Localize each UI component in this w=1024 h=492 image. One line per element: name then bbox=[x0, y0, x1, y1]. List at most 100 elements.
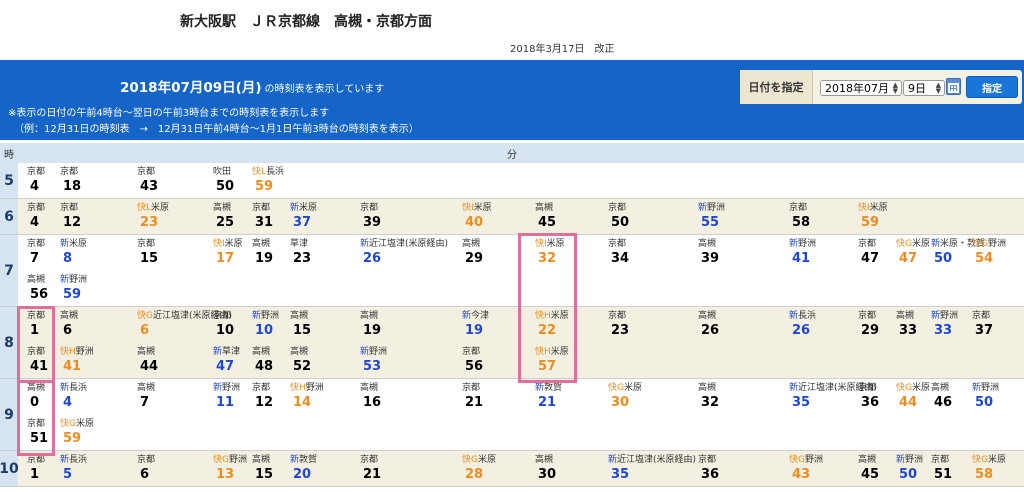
train-entry[interactable]: 高槻 19 bbox=[360, 310, 420, 339]
train-entry[interactable]: 新野洲 53 bbox=[360, 346, 420, 375]
train-destination-name: 米原 bbox=[477, 455, 496, 465]
train-entry[interactable]: 快G米原 59 bbox=[60, 418, 120, 447]
train-entry[interactable]: 快G近江塩津(米原経由) 6 bbox=[137, 310, 232, 339]
train-entry[interactable]: 新野洲 55 bbox=[698, 202, 758, 231]
train-entry[interactable]: 京都 36 bbox=[698, 454, 758, 483]
apply-date-button[interactable]: 指定 bbox=[966, 76, 1018, 98]
train-type-prefix: 快H bbox=[535, 311, 551, 321]
train-entry[interactable]: 高槻 32 bbox=[698, 382, 758, 411]
train-entry[interactable]: 高槻 6 bbox=[60, 310, 120, 339]
train-entry[interactable]: 草津 23 bbox=[290, 238, 350, 267]
train-type-prefix: 快G bbox=[896, 239, 912, 249]
train-destination: 京都 bbox=[608, 202, 668, 214]
train-entry[interactable]: 新長浜 4 bbox=[60, 382, 120, 411]
train-entry[interactable]: 高槻 30 bbox=[535, 454, 595, 483]
train-entry[interactable]: 新野洲 41 bbox=[789, 238, 849, 267]
train-entry[interactable]: 快H米原 22 bbox=[535, 310, 595, 339]
train-entry[interactable]: 新長浜 26 bbox=[789, 310, 849, 339]
train-entry[interactable]: 快I米原 32 bbox=[535, 238, 595, 267]
train-entry[interactable]: 京都 56 bbox=[462, 346, 522, 375]
train-entry[interactable]: 京都 34 bbox=[608, 238, 668, 267]
train-entry[interactable]: 新近江塩津(米原経由) 35 bbox=[608, 454, 696, 483]
hour-label: 9 bbox=[0, 379, 18, 451]
train-entry[interactable]: 京都 6 bbox=[137, 454, 197, 483]
train-entry[interactable]: 快G米原 28 bbox=[462, 454, 522, 483]
train-entry[interactable]: 新野洲 59 bbox=[60, 274, 120, 303]
train-entry[interactable]: 快G野洲 43 bbox=[789, 454, 849, 483]
train-destination-name: 米原 bbox=[911, 239, 930, 249]
departure-minute: 57 bbox=[538, 359, 557, 374]
train-entry[interactable]: 新長浜 5 bbox=[60, 454, 120, 483]
train-entry[interactable]: 京都 58 bbox=[789, 202, 849, 231]
train-destination-name: 京都 bbox=[858, 311, 877, 321]
train-destination-name: 高槻 bbox=[896, 311, 915, 321]
departure-minute: 15 bbox=[293, 323, 312, 338]
train-entry[interactable]: 高槻 29 bbox=[462, 238, 522, 267]
train-entry[interactable]: 京都 50 bbox=[608, 202, 668, 231]
train-destination-name: 京都 bbox=[972, 311, 991, 321]
date-banner: 2018年07月09日(月) の時刻表を表示しています ※表示の日付の午前4時台〜… bbox=[0, 60, 1024, 140]
train-entry[interactable]: 京都 18 bbox=[60, 166, 120, 195]
train-entry[interactable]: 快H米原 57 bbox=[535, 346, 595, 375]
train-entry[interactable]: 快G米原 58 bbox=[972, 454, 1024, 483]
train-entry[interactable]: 快I米原 40 bbox=[462, 202, 522, 231]
train-entry[interactable]: 京都 39 bbox=[360, 202, 420, 231]
train-type-prefix: 快H bbox=[535, 347, 551, 357]
train-destination-name: 野洲 bbox=[940, 311, 959, 321]
updown-arrow-icon: ▲ ▼ bbox=[892, 81, 898, 95]
train-entry[interactable]: 高槻 44 bbox=[137, 346, 197, 375]
train-entry[interactable]: 新野洲 50 bbox=[972, 382, 1024, 411]
train-entry[interactable]: 新敦賀 20 bbox=[290, 454, 350, 483]
train-destination-name: 京都 bbox=[27, 419, 46, 429]
departure-minute: 22 bbox=[538, 323, 557, 338]
departure-minute: 23 bbox=[293, 251, 312, 266]
train-entry[interactable]: 快H野洲 41 bbox=[60, 346, 120, 375]
train-destination-name: 高槻 bbox=[252, 347, 271, 357]
train-entry[interactable]: 高槻 39 bbox=[698, 238, 758, 267]
train-type-prefix: 新 bbox=[360, 239, 370, 249]
month-select[interactable]: 2018年07月 ▲ ▼ bbox=[820, 80, 902, 96]
train-entry[interactable]: 新米原 8 bbox=[60, 238, 120, 267]
hour-column-header: 時 bbox=[4, 149, 14, 161]
hour-label: 8 bbox=[0, 307, 18, 379]
train-entry[interactable]: 高槻 52 bbox=[290, 346, 350, 375]
departure-minute: 41 bbox=[63, 359, 82, 374]
train-entry[interactable]: 高槻 7 bbox=[137, 382, 197, 411]
train-entry[interactable]: 高槻 16 bbox=[360, 382, 420, 411]
train-entry[interactable]: 京都 15 bbox=[137, 238, 197, 267]
departure-minute: 28 bbox=[465, 467, 484, 482]
train-entry[interactable]: 新近江塩津(米原経由) 26 bbox=[360, 238, 448, 267]
train-destination-name: 高槻 bbox=[858, 455, 877, 465]
train-entry[interactable]: 京都 37 bbox=[972, 310, 1024, 339]
train-entry[interactable]: 京都 12 bbox=[60, 202, 120, 231]
train-destination: 高槻 bbox=[290, 310, 350, 322]
train-entry[interactable]: 快L米原 23 bbox=[137, 202, 197, 231]
train-entry[interactable]: 京都 23 bbox=[608, 310, 668, 339]
train-destination: 快H米原 bbox=[535, 346, 595, 358]
train-entry[interactable]: 新敦賀 21 bbox=[535, 382, 595, 411]
train-type-prefix: 快I bbox=[462, 203, 474, 213]
departure-minute: 5 bbox=[63, 467, 73, 482]
train-entry[interactable]: 快L長浜 59 bbox=[252, 166, 312, 195]
hour-label: 5 bbox=[0, 163, 18, 199]
train-entry[interactable]: 快G米原 30 bbox=[608, 382, 668, 411]
train-type-prefix: 新 bbox=[213, 383, 223, 393]
date-picker: 日付を指定 2018年07月 ▲ ▼ 9日 ▲ ▼ 指定 bbox=[740, 70, 1022, 104]
train-entry[interactable]: 京都 21 bbox=[360, 454, 420, 483]
day-select[interactable]: 9日 ▲ ▼ bbox=[903, 80, 945, 96]
train-destination: 新米原 bbox=[290, 202, 350, 214]
train-destination-name: 京都 bbox=[27, 455, 46, 465]
train-entry[interactable]: 快H野洲 14 bbox=[290, 382, 350, 411]
train-entry[interactable]: 新米原 37 bbox=[290, 202, 350, 231]
train-entry[interactable]: 新今津 19 bbox=[462, 310, 522, 339]
train-entry[interactable]: 高槻 15 bbox=[290, 310, 350, 339]
train-entry[interactable]: 高槻 45 bbox=[535, 202, 595, 231]
train-entry[interactable]: 快G野洲 54 bbox=[972, 238, 1024, 267]
calendar-icon[interactable] bbox=[946, 78, 961, 95]
train-entry[interactable]: 京都 21 bbox=[462, 382, 522, 411]
train-entry[interactable]: 京都 43 bbox=[137, 166, 197, 195]
train-destination-name: 長浜 bbox=[798, 311, 817, 321]
train-entry[interactable]: 快I米原 59 bbox=[858, 202, 918, 231]
train-entry[interactable]: 高槻 26 bbox=[698, 310, 758, 339]
train-entry[interactable]: 新近江塩津(米原経由) 35 bbox=[789, 382, 877, 411]
